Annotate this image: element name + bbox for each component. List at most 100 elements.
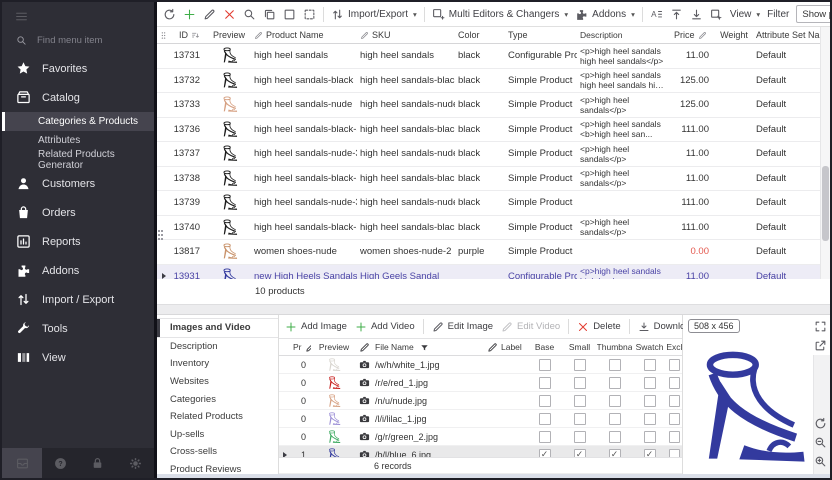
add-video-button[interactable]: Add Video — [355, 321, 415, 333]
help-button[interactable]: ? — [42, 448, 79, 478]
product-row[interactable]: 13738high heel sandals-black-37high heel… — [157, 167, 820, 192]
product-row[interactable]: 13739high heel sandals-nude-37high heel … — [157, 191, 820, 216]
exclude-checkbox[interactable] — [669, 413, 680, 425]
thumbnail-checkbox[interactable] — [609, 377, 621, 389]
grid-export-button[interactable] — [710, 8, 723, 21]
column-header-description[interactable]: Description — [577, 30, 671, 40]
edit-image-button[interactable]: Edit Image — [432, 321, 493, 333]
sidebar-item-orders[interactable]: Orders — [2, 198, 154, 227]
tab-categories[interactable]: Categories — [157, 390, 278, 408]
column-header-sku[interactable]: SKU — [357, 30, 455, 40]
tab-up-sells[interactable]: Up-sells — [157, 426, 278, 444]
translate-button[interactable]: A — [650, 8, 663, 21]
tab-product-reviews[interactable]: Product Reviews — [157, 461, 278, 474]
thumbnail-checkbox[interactable] — [609, 359, 621, 371]
edit-product-button[interactable] — [203, 8, 216, 21]
store-button[interactable] — [2, 448, 42, 478]
product-row[interactable]: 13731high heel sandalshigh heel sandalsb… — [157, 44, 820, 69]
sidebar-item-addons[interactable]: Addons — [2, 256, 154, 285]
small-checkbox[interactable] — [574, 359, 586, 371]
image-row[interactable]: 0/g/r/green_2.jpg — [279, 428, 682, 446]
view-menu[interactable]: View ▾ — [730, 9, 760, 20]
exclude-checkbox[interactable] — [669, 359, 680, 371]
base-checkbox[interactable] — [539, 395, 551, 407]
thumbnail-checkbox[interactable] — [609, 395, 621, 407]
swatch-checkbox[interactable] — [644, 395, 656, 407]
base-checkbox[interactable] — [539, 377, 551, 389]
swatch-checkbox[interactable] — [644, 377, 656, 389]
thumbnail-checkbox[interactable] — [609, 431, 621, 443]
exclude-checkbox[interactable] — [669, 449, 680, 458]
tab-cross-sells[interactable]: Cross-sells — [157, 443, 278, 461]
product-row[interactable]: 13931new High Heels SandalsHigh Geels Sa… — [157, 265, 820, 280]
check-select-button[interactable] — [283, 8, 296, 21]
addons-menu[interactable]: Addons ▾ — [575, 8, 635, 21]
column-header-thumbnail[interactable]: Thumbna — [597, 342, 632, 352]
search-products-button[interactable] — [243, 8, 256, 21]
swatch-checkbox[interactable] — [644, 449, 656, 458]
multi-editors-menu[interactable]: Multi Editors & Changers ▾ — [432, 8, 568, 21]
product-row[interactable]: 13740high heel sandals-black-38high heel… — [157, 216, 820, 241]
edit-video-button[interactable]: Edit Video — [501, 321, 560, 333]
column-header-base[interactable]: Base — [527, 342, 562, 352]
settings-button[interactable] — [117, 448, 154, 478]
sidebar-item-related-products-generator[interactable]: Related Products Generator — [2, 150, 154, 169]
column-header-product-name[interactable]: Product Name — [251, 30, 357, 40]
copy-button[interactable] — [263, 8, 276, 21]
column-header-small[interactable]: Small — [562, 342, 597, 352]
small-checkbox[interactable] — [574, 377, 586, 389]
image-row[interactable]: 0/r/e/red_1.jpg — [279, 374, 682, 392]
zoom-in-button[interactable] — [814, 455, 827, 468]
column-header-swatch[interactable]: Swatch — [632, 342, 667, 352]
product-row[interactable]: 13817women shoes-nudewomen shoes-nude-2p… — [157, 240, 820, 265]
column-header-type[interactable]: Type — [505, 30, 577, 40]
add-product-button[interactable] — [183, 8, 196, 21]
exclude-checkbox[interactable] — [669, 377, 680, 389]
sidebar-item-import-export[interactable]: Import / Export — [2, 285, 154, 314]
column-header-price[interactable]: Price — [671, 30, 715, 40]
swatch-checkbox[interactable] — [644, 431, 656, 443]
image-row[interactable]: 0/l/i/lilac_1.jpg — [279, 410, 682, 428]
move-up-button[interactable] — [670, 8, 683, 21]
base-checkbox[interactable] — [539, 431, 551, 443]
category-filter-select[interactable]: Show products from selected categories ▾ — [796, 5, 832, 23]
import-export-menu[interactable]: Import/Export ▾ — [331, 8, 417, 21]
sidebar-item-customers[interactable]: Customers — [2, 169, 154, 198]
image-row[interactable]: 0/w/h/white_1.jpg — [279, 356, 682, 374]
splitter-handle[interactable] — [158, 230, 160, 232]
small-checkbox[interactable] — [574, 413, 586, 425]
sidebar-item-categories-products[interactable]: Categories & Products — [2, 112, 154, 131]
swatch-checkbox[interactable] — [644, 413, 656, 425]
sidebar-item-tools[interactable]: Tools — [2, 314, 154, 343]
column-header-weight[interactable]: Weight — [715, 30, 753, 40]
vertical-scrollbar[interactable] — [820, 27, 830, 279]
exclude-checkbox[interactable] — [669, 431, 680, 443]
delete-product-button[interactable] — [223, 8, 236, 21]
column-header-id[interactable]: ID — [170, 30, 207, 40]
sidebar-item-catalog[interactable]: Catalog — [2, 83, 154, 112]
swatch-checkbox[interactable] — [644, 359, 656, 371]
exclude-checkbox[interactable] — [669, 395, 680, 407]
menu-search-input[interactable] — [35, 34, 139, 47]
base-checkbox[interactable] — [539, 359, 551, 371]
delete-button[interactable]: Delete — [577, 321, 620, 333]
column-header-pr[interactable]: Pr — [291, 342, 311, 353]
tab-description[interactable]: Description — [157, 338, 278, 356]
open-external-button[interactable] — [814, 339, 827, 352]
zoom-out-button[interactable] — [814, 436, 827, 449]
menu-toggle-button[interactable] — [2, 2, 154, 26]
lock-button[interactable] — [79, 448, 116, 478]
refresh-button[interactable] — [163, 8, 176, 21]
thumbnail-checkbox[interactable] — [609, 413, 621, 425]
small-checkbox[interactable] — [574, 431, 586, 443]
sidebar-item-view[interactable]: View — [2, 343, 154, 372]
product-row[interactable]: 13732high heel sandals-blackhigh heel sa… — [157, 69, 820, 94]
base-checkbox[interactable] — [539, 449, 551, 458]
move-down-button[interactable] — [690, 8, 703, 21]
column-header-attribute-set[interactable]: Attribute Set Name — [753, 30, 820, 40]
column-header-file-name[interactable]: File Name — [357, 342, 485, 353]
scrollbar-thumb[interactable] — [822, 166, 829, 242]
add-image-button[interactable]: Add Image — [285, 321, 347, 333]
fullscreen-button[interactable] — [814, 320, 827, 333]
rotate-image-button[interactable] — [814, 417, 827, 430]
